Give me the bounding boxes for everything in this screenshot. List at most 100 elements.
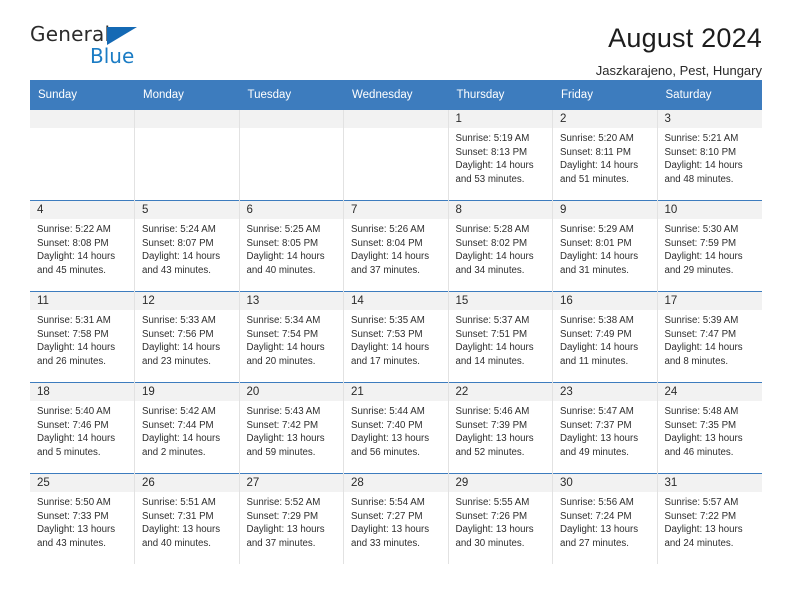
calendar-day-cell[interactable]: 22 Sunrise: 5:46 AM Sunset: 7:39 PM Dayligh… bbox=[448, 382, 553, 474]
blue-triangle-icon bbox=[107, 27, 137, 45]
day-detail-line: and 26 minutes. bbox=[37, 355, 106, 367]
calendar-day-cell[interactable]: 28 Sunrise: 5:54 AM Sunset: 7:27 PM Dayligh… bbox=[343, 473, 449, 564]
day-detail-line: Sunset: 7:44 PM bbox=[142, 419, 214, 431]
day-detail-line: Daylight: 14 hours bbox=[664, 342, 743, 354]
day-detail-line: Sunset: 7:47 PM bbox=[664, 328, 737, 340]
calendar-day-cell[interactable]: 11 Sunrise: 5:31 AM Sunset: 7:58 PM Dayligh… bbox=[30, 291, 135, 383]
day-detail-line: Sunrise: 5:42 AM bbox=[142, 406, 216, 417]
calendar-day-cell[interactable]: 6 Sunrise: 5:25 AM Sunset: 8:05 PM Daylight… bbox=[239, 200, 344, 292]
day-detail-line: Daylight: 14 hours bbox=[37, 342, 116, 354]
day-detail-line: and 29 minutes. bbox=[664, 264, 734, 276]
calendar-day-cell[interactable]: 25 Sunrise: 5:50 AM Sunset: 7:33 PM Dayligh… bbox=[30, 473, 135, 564]
calendar-day-cell[interactable]: 1 Sunrise: 5:19 AM Sunset: 8:13 PM Daylight… bbox=[448, 109, 553, 201]
day-detail-line: Daylight: 13 hours bbox=[560, 433, 639, 445]
weekday-header-wednesday: Wednesday bbox=[343, 80, 449, 110]
day-detail-line: and 33 minutes. bbox=[351, 537, 420, 549]
calendar-week-row: 25 Sunrise: 5:50 AM Sunset: 7:33 PM Dayligh… bbox=[30, 473, 762, 564]
day-detail-line: Sunrise: 5:30 AM bbox=[664, 224, 739, 235]
day-details: Sunrise: 5:46 AM Sunset: 7:39 PM Daylight:… bbox=[449, 401, 553, 459]
day-details: Sunrise: 5:48 AM Sunset: 7:35 PM Daylight:… bbox=[658, 401, 762, 459]
day-detail-line: Sunset: 8:02 PM bbox=[455, 237, 528, 249]
day-detail-line: Sunset: 7:33 PM bbox=[37, 510, 109, 522]
day-number: 23 bbox=[553, 383, 657, 401]
day-detail-line: Daylight: 13 hours bbox=[560, 524, 639, 536]
day-number: 31 bbox=[657, 474, 762, 492]
day-detail-line: Sunrise: 5:33 AM bbox=[142, 315, 216, 326]
calendar-day-cell[interactable]: 10 Sunrise: 5:30 AM Sunset: 7:59 PM Dayligh… bbox=[657, 200, 762, 292]
calendar-day-cell[interactable]: 2 Sunrise: 5:20 AM Sunset: 8:11 PM Daylight… bbox=[552, 109, 658, 201]
calendar-day-cell[interactable]: 29 Sunrise: 5:55 AM Sunset: 7:26 PM Dayligh… bbox=[448, 473, 553, 564]
day-detail-line: Sunset: 7:59 PM bbox=[664, 237, 737, 249]
calendar-day-cell[interactable]: 14 Sunrise: 5:35 AM Sunset: 7:53 PM Dayligh… bbox=[343, 291, 449, 383]
day-cell-inner: 11 Sunrise: 5:31 AM Sunset: 7:58 PM Dayligh… bbox=[30, 292, 134, 382]
day-detail-line: Sunset: 7:51 PM bbox=[455, 328, 528, 340]
calendar-day-cell[interactable]: 8 Sunrise: 5:28 AM Sunset: 8:02 PM Daylight… bbox=[448, 200, 553, 292]
day-detail-line: Sunrise: 5:28 AM bbox=[455, 224, 530, 235]
calendar-day-cell[interactable]: 12 Sunrise: 5:33 AM Sunset: 7:56 PM Dayligh… bbox=[134, 291, 240, 383]
day-detail-line: Sunset: 7:24 PM bbox=[560, 510, 632, 522]
day-cell-inner: 3 Sunrise: 5:21 AM Sunset: 8:10 PM Daylight… bbox=[657, 110, 762, 200]
calendar-day-cell[interactable]: 4 Sunrise: 5:22 AM Sunset: 8:08 PM Daylight… bbox=[30, 200, 135, 292]
calendar-day-cell[interactable]: 24 Sunrise: 5:48 AM Sunset: 7:35 PM Dayligh… bbox=[657, 382, 762, 474]
day-detail-line: and 40 minutes. bbox=[246, 264, 316, 276]
day-number bbox=[344, 110, 448, 128]
day-detail-line: Sunrise: 5:22 AM bbox=[37, 224, 111, 235]
day-number: 19 bbox=[135, 383, 239, 401]
day-details: Sunrise: 5:24 AM Sunset: 8:07 PM Daylight:… bbox=[135, 219, 239, 277]
day-number: 9 bbox=[553, 201, 657, 219]
day-cell-inner: 22 Sunrise: 5:46 AM Sunset: 7:39 PM Dayligh… bbox=[448, 383, 553, 473]
day-detail-line: and 5 minutes. bbox=[37, 446, 101, 458]
day-detail-line: and 34 minutes. bbox=[455, 264, 525, 276]
day-cell-inner: 15 Sunrise: 5:37 AM Sunset: 7:51 PM Dayligh… bbox=[448, 292, 552, 382]
calendar-day-cell[interactable]: 23 Sunrise: 5:47 AM Sunset: 7:37 PM Dayligh… bbox=[552, 382, 658, 474]
day-detail-line: Daylight: 14 hours bbox=[455, 160, 534, 172]
page-header: General Blue August 2024 Jaszkarajeno, P… bbox=[30, 0, 762, 78]
day-detail-line: Sunrise: 5:52 AM bbox=[246, 497, 321, 508]
day-cell-inner: 31 Sunrise: 5:57 AM Sunset: 7:22 PM Dayligh… bbox=[657, 474, 762, 564]
calendar-day-cell[interactable]: 7 Sunrise: 5:26 AM Sunset: 8:04 PM Daylight… bbox=[343, 200, 449, 292]
page-title: August 2024 bbox=[608, 23, 762, 53]
calendar-day-cell[interactable]: 18 Sunrise: 5:40 AM Sunset: 7:46 PM Dayligh… bbox=[30, 382, 135, 474]
day-detail-line: Sunset: 7:40 PM bbox=[351, 419, 423, 431]
calendar-day-cell[interactable]: 30 Sunrise: 5:56 AM Sunset: 7:24 PM Dayligh… bbox=[552, 473, 658, 564]
day-detail-line: and 8 minutes. bbox=[664, 355, 729, 367]
general-blue-logo[interactable]: General Blue bbox=[30, 22, 160, 70]
calendar-day-cell[interactable]: 26 Sunrise: 5:51 AM Sunset: 7:31 PM Dayligh… bbox=[134, 473, 240, 564]
day-detail-line: Sunrise: 5:21 AM bbox=[664, 133, 739, 144]
calendar-day-cell[interactable]: 15 Sunrise: 5:37 AM Sunset: 7:51 PM Dayligh… bbox=[448, 291, 553, 383]
day-details: Sunrise: 5:22 AM Sunset: 8:08 PM Daylight:… bbox=[30, 219, 134, 277]
calendar-day-cell[interactable]: 20 Sunrise: 5:43 AM Sunset: 7:42 PM Dayligh… bbox=[239, 382, 344, 474]
day-detail-line: Daylight: 14 hours bbox=[560, 160, 639, 172]
day-detail-line: Daylight: 14 hours bbox=[37, 433, 116, 445]
weekday-header-tuesday: Tuesday bbox=[239, 80, 344, 110]
calendar-table: Sunday Monday Tuesday Wednesday Thursday Frid… bbox=[30, 80, 762, 564]
day-detail-line: Daylight: 14 hours bbox=[664, 160, 743, 172]
calendar-day-cell[interactable]: 21 Sunrise: 5:44 AM Sunset: 7:40 PM Dayligh… bbox=[343, 382, 449, 474]
calendar-day-cell[interactable]: 13 Sunrise: 5:34 AM Sunset: 7:54 PM Dayligh… bbox=[239, 291, 344, 383]
logo-text-blue: Blue bbox=[90, 44, 135, 68]
day-details: Sunrise: 5:33 AM Sunset: 7:56 PM Daylight:… bbox=[135, 310, 239, 368]
calendar-day-cell[interactable]: 16 Sunrise: 5:38 AM Sunset: 7:49 PM Dayligh… bbox=[552, 291, 658, 383]
calendar-day-cell[interactable]: 9 Sunrise: 5:29 AM Sunset: 8:01 PM Daylight… bbox=[552, 200, 658, 292]
calendar-week-row: 11 Sunrise: 5:31 AM Sunset: 7:58 PM Dayligh… bbox=[30, 291, 762, 383]
day-detail-line: Daylight: 13 hours bbox=[246, 524, 325, 536]
day-details: Sunrise: 5:43 AM Sunset: 7:42 PM Daylight:… bbox=[240, 401, 344, 459]
calendar-empty-cell bbox=[30, 109, 135, 201]
day-details: Sunrise: 5:55 AM Sunset: 7:26 PM Daylight:… bbox=[449, 492, 553, 550]
day-number: 3 bbox=[657, 110, 762, 128]
calendar-day-cell[interactable]: 31 Sunrise: 5:57 AM Sunset: 7:22 PM Dayligh… bbox=[657, 473, 762, 564]
day-detail-line: and 51 minutes. bbox=[560, 173, 629, 185]
weekday-header-saturday: Saturday bbox=[657, 80, 762, 110]
calendar-day-cell[interactable]: 19 Sunrise: 5:42 AM Sunset: 7:44 PM Dayligh… bbox=[134, 382, 240, 474]
day-number: 21 bbox=[344, 383, 448, 401]
calendar-day-cell[interactable]: 3 Sunrise: 5:21 AM Sunset: 8:10 PM Daylight… bbox=[657, 109, 762, 201]
calendar-day-cell[interactable]: 27 Sunrise: 5:52 AM Sunset: 7:29 PM Dayligh… bbox=[239, 473, 344, 564]
day-details: Sunrise: 5:28 AM Sunset: 8:02 PM Daylight:… bbox=[449, 219, 553, 277]
day-detail-line: Sunrise: 5:57 AM bbox=[664, 497, 739, 508]
day-detail-line: Sunset: 7:31 PM bbox=[142, 510, 214, 522]
calendar-day-cell[interactable]: 5 Sunrise: 5:24 AM Sunset: 8:07 PM Daylight… bbox=[134, 200, 240, 292]
day-number: 17 bbox=[657, 292, 762, 310]
calendar-day-cell[interactable]: 17 Sunrise: 5:39 AM Sunset: 7:47 PM Dayligh… bbox=[657, 291, 762, 383]
day-details bbox=[240, 128, 344, 132]
day-number: 20 bbox=[239, 383, 343, 401]
